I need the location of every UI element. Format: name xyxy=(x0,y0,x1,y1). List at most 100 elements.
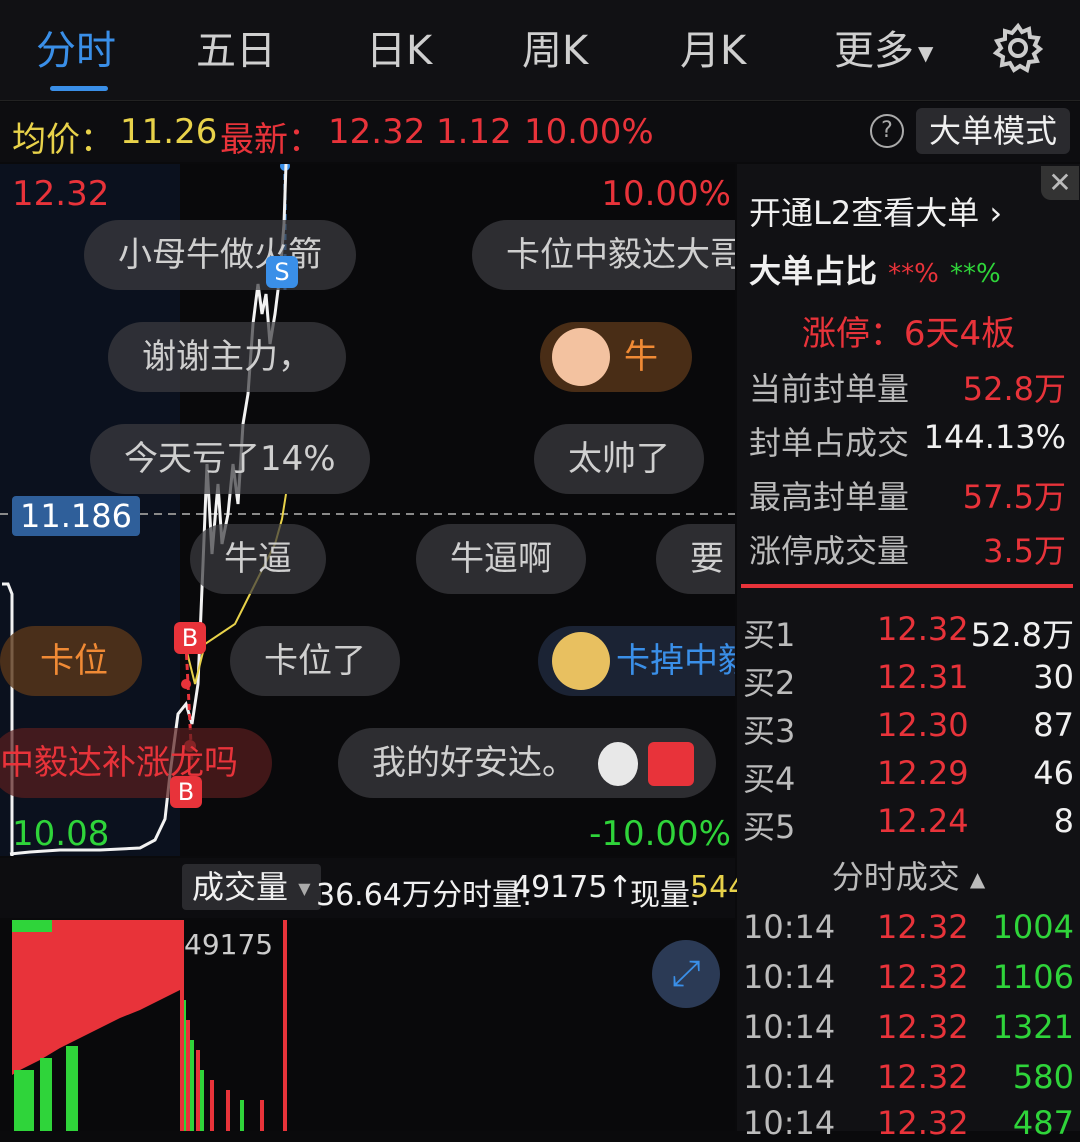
chart-low-price: 10.08 xyxy=(12,814,110,854)
bid-label: 买1 xyxy=(743,616,796,654)
tick-price: 12.32 xyxy=(877,1058,969,1096)
tick-time: 10:14 xyxy=(743,1104,836,1142)
avg-value: 11.26 xyxy=(120,112,218,152)
crosshair-price-label: 11.186 xyxy=(12,496,140,536)
tick-time: 10:14 xyxy=(743,908,836,946)
chart-high-price: 12.32 xyxy=(12,174,110,214)
comment-bubble[interactable]: 今天亏了14% xyxy=(90,424,370,494)
divider xyxy=(741,584,1073,588)
volume-chart[interactable]: 49175 ⤢ xyxy=(0,920,735,1131)
stat-label: 当前封单量 xyxy=(749,370,910,408)
big-order-mode-button[interactable]: 大单模式 xyxy=(916,108,1070,154)
big-order-ratio-buy: **% xyxy=(888,259,939,289)
tick-price: 12.32 xyxy=(877,1008,969,1046)
tick-price: 12.32 xyxy=(877,908,969,946)
expand-icon[interactable]: ⤢ xyxy=(652,940,720,1008)
tick-volume: 487 xyxy=(1012,1104,1074,1142)
comment-bubble[interactable]: 牛逼啊 xyxy=(416,524,586,594)
comment-bubble[interactable]: 中毅达补涨龙吗 xyxy=(0,728,272,798)
tick-price: 12.32 xyxy=(877,958,969,996)
bid-price: 12.31 xyxy=(877,658,969,696)
tab-more-label: 更多 xyxy=(834,28,914,74)
rabbit-avatar-icon xyxy=(552,632,610,690)
comment-bubble[interactable]: 卡位了 xyxy=(230,626,400,696)
comment-bubble[interactable]: 牛逼 xyxy=(190,524,326,594)
rising-chart-emoji-icon xyxy=(648,742,694,786)
bid-price: 12.29 xyxy=(877,754,969,792)
bid-label: 买3 xyxy=(743,712,796,750)
indicator-selector[interactable]: 成交量 ▼ xyxy=(182,864,321,910)
bid-volume: 52.8万 xyxy=(970,616,1074,654)
bid-label: 买4 xyxy=(743,760,796,798)
comment-bubble[interactable]: 谢谢主力， xyxy=(108,322,346,392)
comment-bubble[interactable]: 太帅了 xyxy=(534,424,704,494)
sell-marker[interactable]: S xyxy=(266,256,298,288)
change-value: 1.12 xyxy=(436,112,512,152)
stat-label: 涨停成交量 xyxy=(749,532,910,570)
stat-value: 57.5万 xyxy=(962,478,1066,516)
comment-text: 牛 xyxy=(624,337,658,377)
bid-label: 买5 xyxy=(743,808,796,846)
order-book-panel: ✕ 开通L2查看大单 › 大单占比 **% **% 涨停：6天4板 当前封单量 … xyxy=(737,164,1080,1142)
gear-icon[interactable] xyxy=(992,22,1044,74)
tab-five-day[interactable]: 五日 xyxy=(196,18,276,76)
bid-label: 买2 xyxy=(743,664,796,702)
l2-upgrade-link[interactable]: 开通L2查看大单 › xyxy=(749,188,1002,234)
bid-price: 12.24 xyxy=(877,802,969,840)
comment-bubble[interactable]: 卡位 xyxy=(0,626,142,696)
close-icon[interactable]: ✕ xyxy=(1041,166,1079,200)
tick-volume: 1321 xyxy=(992,1008,1074,1046)
active-tab-indicator xyxy=(50,86,108,91)
tab-intraday[interactable]: 分时 xyxy=(36,18,116,76)
chart-low-pct: -10.00% xyxy=(589,814,731,854)
bid-price: 12.32 xyxy=(877,610,969,648)
bid-volume: 8 xyxy=(1053,802,1074,840)
comment-bubble[interactable]: 小母牛做火箭 xyxy=(84,220,356,290)
big-order-ratio: 大单占比 **% **% xyxy=(749,246,1001,292)
tab-daily-k[interactable]: 日K xyxy=(366,18,432,76)
ticks-header[interactable]: 分时成交 ▲ xyxy=(737,852,1080,898)
ghost-emoji-icon xyxy=(598,742,638,786)
stat-value: 3.5万 xyxy=(983,532,1066,570)
change-pct: 10.00% xyxy=(524,112,654,152)
minute-volume-value: 49175↑ xyxy=(512,870,633,905)
bid-volume: 30 xyxy=(1033,658,1074,696)
comment-bubble[interactable]: 卡位中毅达大哥 xyxy=(472,220,735,290)
bid-price: 12.30 xyxy=(877,706,969,744)
stat-label: 最高封单量 xyxy=(749,478,910,516)
volume-peak-label: 49175 xyxy=(184,928,274,961)
avg-label: 均价： xyxy=(12,120,114,160)
triangle-down-icon: ▼ xyxy=(918,41,934,65)
latest-label: 最新： xyxy=(220,120,322,160)
bid-volume: 46 xyxy=(1033,754,1074,792)
latest-value: 12.32 xyxy=(328,112,426,152)
indicator-selector-label: 成交量 xyxy=(192,868,289,906)
bid-volume: 87 xyxy=(1033,706,1074,744)
tick-price: 12.32 xyxy=(877,1104,969,1142)
triangle-up-icon: ▲ xyxy=(969,867,986,891)
comment-bubble[interactable]: 要 xyxy=(656,524,735,594)
period-tabs: 分时 五日 日K 周K 月K 更多 ▼ xyxy=(0,0,1080,101)
tick-volume: 580 xyxy=(1012,1058,1074,1096)
buy-marker[interactable]: B xyxy=(174,622,206,654)
tab-more[interactable]: 更多 ▼ xyxy=(834,18,933,76)
triangle-down-icon: ▼ xyxy=(298,879,311,898)
stat-value: 52.8万 xyxy=(962,370,1066,408)
stat-label: 封单占成交 xyxy=(749,424,910,462)
tick-time: 10:14 xyxy=(743,958,836,996)
cow-avatar-icon xyxy=(552,328,610,386)
stat-value: 144.13% xyxy=(923,418,1066,456)
help-icon[interactable]: ? xyxy=(870,114,904,148)
tick-volume: 1106 xyxy=(992,958,1074,996)
tick-time: 10:14 xyxy=(743,1058,836,1096)
tick-time: 10:14 xyxy=(743,1008,836,1046)
tab-monthly-k[interactable]: 月K xyxy=(680,18,746,76)
big-order-ratio-label: 大单占比 xyxy=(749,252,878,290)
ticks-title: 分时成交 xyxy=(831,858,960,896)
tab-weekly-k[interactable]: 周K xyxy=(522,18,588,76)
chart-high-pct: 10.00% xyxy=(601,174,731,214)
intraday-chart[interactable]: 12.32 10.00% 10.08 -10.00% 11.186 小母牛做火箭… xyxy=(0,164,735,856)
volume-bars-svg xyxy=(12,920,287,1131)
total-volume: 36.64万 xyxy=(316,878,432,913)
buy-marker[interactable]: B xyxy=(170,776,202,808)
